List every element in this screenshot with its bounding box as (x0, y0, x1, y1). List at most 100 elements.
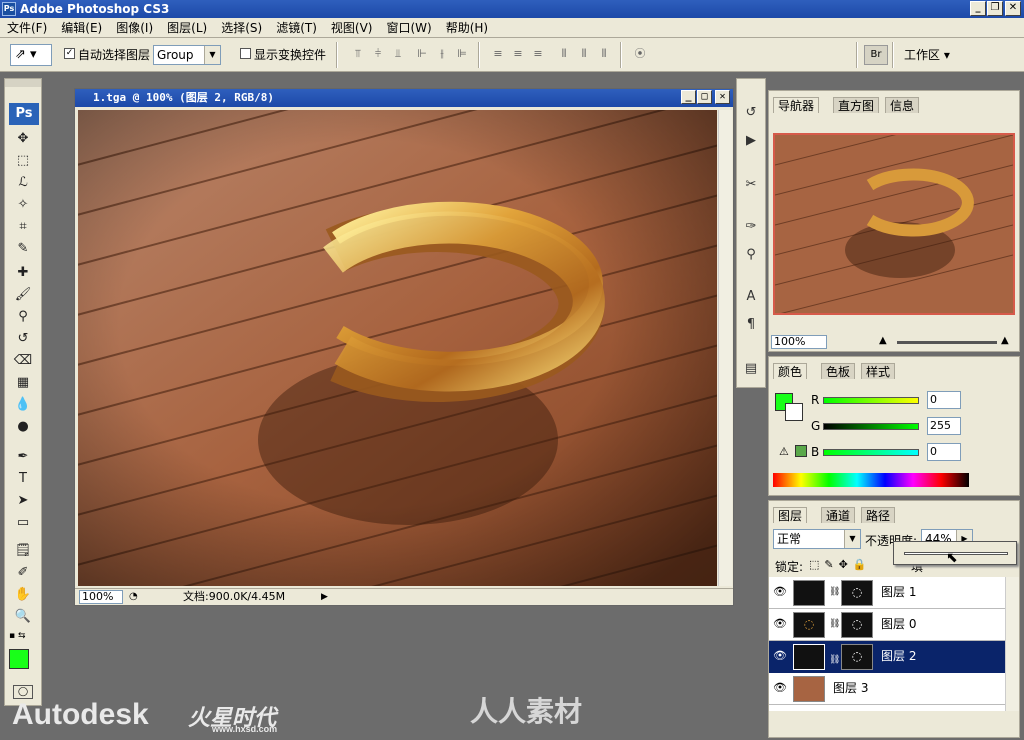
auto-align-icon[interactable]: ⦿ (632, 47, 648, 61)
path-selection-icon[interactable]: ➤ (11, 491, 35, 511)
link-icon[interactable]: ⛓ (829, 619, 840, 629)
distribute-vcenter-icon[interactable]: ≡ (510, 47, 526, 61)
layer-comps-icon[interactable]: ▤ (740, 359, 762, 379)
menu-layer[interactable]: 图层(L) (160, 18, 214, 38)
magic-wand-icon[interactable]: ✧ (11, 195, 35, 215)
align-hcenter-icon[interactable]: ⫲ (434, 47, 450, 61)
zoom-out-icon[interactable]: ▲ (879, 335, 887, 346)
menu-select[interactable]: 选择(S) (214, 18, 269, 38)
doc-maximize-button[interactable]: □ (697, 90, 712, 104)
color-ramp[interactable] (773, 473, 969, 487)
clone-source-icon[interactable]: ⚲ (740, 245, 762, 265)
toolbox-grip[interactable] (5, 79, 41, 87)
tab-info[interactable]: 信息 (885, 97, 920, 113)
tab-swatches[interactable]: 色板 (821, 363, 856, 379)
b-value[interactable]: 0 (927, 443, 961, 461)
g-value[interactable]: 255 (927, 417, 961, 435)
menu-help[interactable]: 帮助(H) (439, 18, 495, 38)
close-button[interactable]: ✕ (1005, 1, 1021, 16)
layer-row[interactable]: 👁 ⛓ ◌ 图层 1 (769, 577, 1005, 609)
show-transform-checkbox[interactable] (240, 48, 251, 59)
tab-layers[interactable]: 图层 (773, 507, 808, 523)
notes-tool-icon[interactable]: 🗒 (11, 541, 35, 561)
history-brush-icon[interactable]: ↺ (11, 329, 35, 349)
menu-file[interactable]: 文件(F) (0, 18, 54, 38)
doc-close-button[interactable]: ✕ (715, 90, 730, 104)
layer-row[interactable]: 👁 图层 3 (769, 673, 1005, 705)
g-slider[interactable] (823, 423, 919, 430)
dodge-tool-icon[interactable]: ● (11, 417, 35, 437)
gradient-tool-icon[interactable]: ▦ (11, 373, 35, 393)
menu-window[interactable]: 窗口(W) (379, 18, 438, 38)
menu-edit[interactable]: 编辑(E) (54, 18, 109, 38)
eye-icon[interactable]: 👁 (773, 585, 787, 599)
crop-tool-icon[interactable]: ⌗ (11, 217, 35, 237)
layers-scrollbar[interactable] (1005, 577, 1019, 711)
brushes-icon[interactable]: ✑ (740, 217, 762, 237)
distribute-hcenter-icon[interactable]: ⦀ (576, 47, 592, 61)
r-slider[interactable] (823, 397, 919, 404)
history-icon[interactable]: ↺ (740, 103, 762, 123)
eye-icon[interactable]: 👁 (773, 649, 787, 663)
workspace-button[interactable]: 工作区 ▾ (904, 46, 950, 63)
align-bottom-icon[interactable]: ⫫ (390, 47, 406, 61)
menu-filter[interactable]: 滤镜(T) (269, 18, 324, 38)
tool-presets-icon[interactable]: ✂ (740, 175, 762, 195)
opacity-slider-popup[interactable]: ⬉ (893, 541, 1017, 566)
character-icon[interactable]: A (740, 287, 762, 307)
tab-paths[interactable]: 路径 (861, 507, 896, 523)
menu-view[interactable]: 视图(V) (324, 18, 380, 38)
distribute-bottom-icon[interactable]: ≡ (530, 47, 546, 61)
align-right-icon[interactable]: ⊫ (454, 47, 470, 61)
zoom-tool-icon[interactable]: 🔍 (11, 607, 35, 627)
navigator-zoom-field[interactable]: 100% (771, 335, 827, 349)
lasso-tool-icon[interactable]: ℒ (11, 173, 35, 193)
tab-histogram[interactable]: 直方图 (833, 97, 880, 113)
bridge-icon[interactable]: Br (864, 45, 888, 65)
navigator-zoom-slider[interactable] (897, 341, 997, 344)
status-menu-icon[interactable]: ◔ (129, 589, 138, 605)
align-vcenter-icon[interactable]: ⫩ (370, 47, 386, 61)
align-left-icon[interactable]: ⊩ (414, 47, 430, 61)
auto-select-checkbox[interactable]: ✓ (64, 48, 75, 59)
tab-color[interactable]: 颜色 (773, 363, 808, 379)
clone-stamp-icon[interactable]: ⚲ (11, 307, 35, 327)
status-arrow-icon[interactable]: ▶ (321, 589, 328, 605)
blend-mode-dropdown[interactable]: 正常 ▼ (773, 529, 861, 549)
vertical-scrollbar[interactable] (718, 110, 732, 586)
distribute-top-icon[interactable]: ≡ (490, 47, 506, 61)
link-icon[interactable]: ⛓ (829, 651, 840, 669)
default-colors-icon[interactable]: ▪ ⇆ (9, 631, 39, 641)
link-icon[interactable]: ⛓ (829, 587, 840, 597)
quick-mask-icon[interactable]: ◯ (13, 685, 33, 699)
tab-navigator[interactable]: 导航器 (773, 97, 820, 113)
tab-styles[interactable]: 样式 (861, 363, 896, 379)
type-tool-icon[interactable]: T (11, 469, 35, 489)
pen-tool-icon[interactable]: ✒ (11, 447, 35, 467)
distribute-right-icon[interactable]: ⦀ (596, 47, 612, 61)
layer-row[interactable]: 👁 ◌ ⛓ ◌ 图层 0 (769, 609, 1005, 641)
actions-icon[interactable]: ▶ (740, 131, 762, 151)
restore-button[interactable]: ❐ (987, 1, 1003, 16)
eye-icon[interactable]: 👁 (773, 681, 787, 695)
slice-tool-icon[interactable]: ✎ (11, 239, 35, 259)
foreground-color-swatch[interactable] (9, 649, 29, 669)
align-top-icon[interactable]: ⫪ (350, 47, 366, 61)
distribute-left-icon[interactable]: ⦀ (556, 47, 572, 61)
zoom-in-icon[interactable]: ▲ (1001, 335, 1009, 346)
brush-tool-icon[interactable]: 🖌 (11, 285, 35, 305)
image-canvas[interactable] (78, 110, 717, 586)
menu-image[interactable]: 图像(I) (109, 18, 160, 38)
gamut-warning-icon[interactable]: ⚠ (779, 445, 789, 458)
healing-brush-icon[interactable]: ✚ (11, 263, 35, 283)
gamut-color-swatch[interactable] (795, 445, 807, 457)
marquee-tool-icon[interactable]: ⬚ (11, 151, 35, 171)
color-bg-swatch[interactable] (785, 403, 803, 421)
auto-select-dropdown[interactable]: Group ▼ (153, 45, 221, 65)
eraser-tool-icon[interactable]: ⌫ (11, 351, 35, 371)
paragraph-icon[interactable]: ¶ (740, 315, 762, 335)
move-tool-preset-picker[interactable]: ⇗ ▾ (10, 44, 52, 66)
layer-row-selected[interactable]: 👁 ⛓ ◌ 图层 2 (769, 641, 1005, 673)
move-tool-icon[interactable]: ✥ (11, 129, 35, 149)
shape-tool-icon[interactable]: ▭ (11, 513, 35, 533)
